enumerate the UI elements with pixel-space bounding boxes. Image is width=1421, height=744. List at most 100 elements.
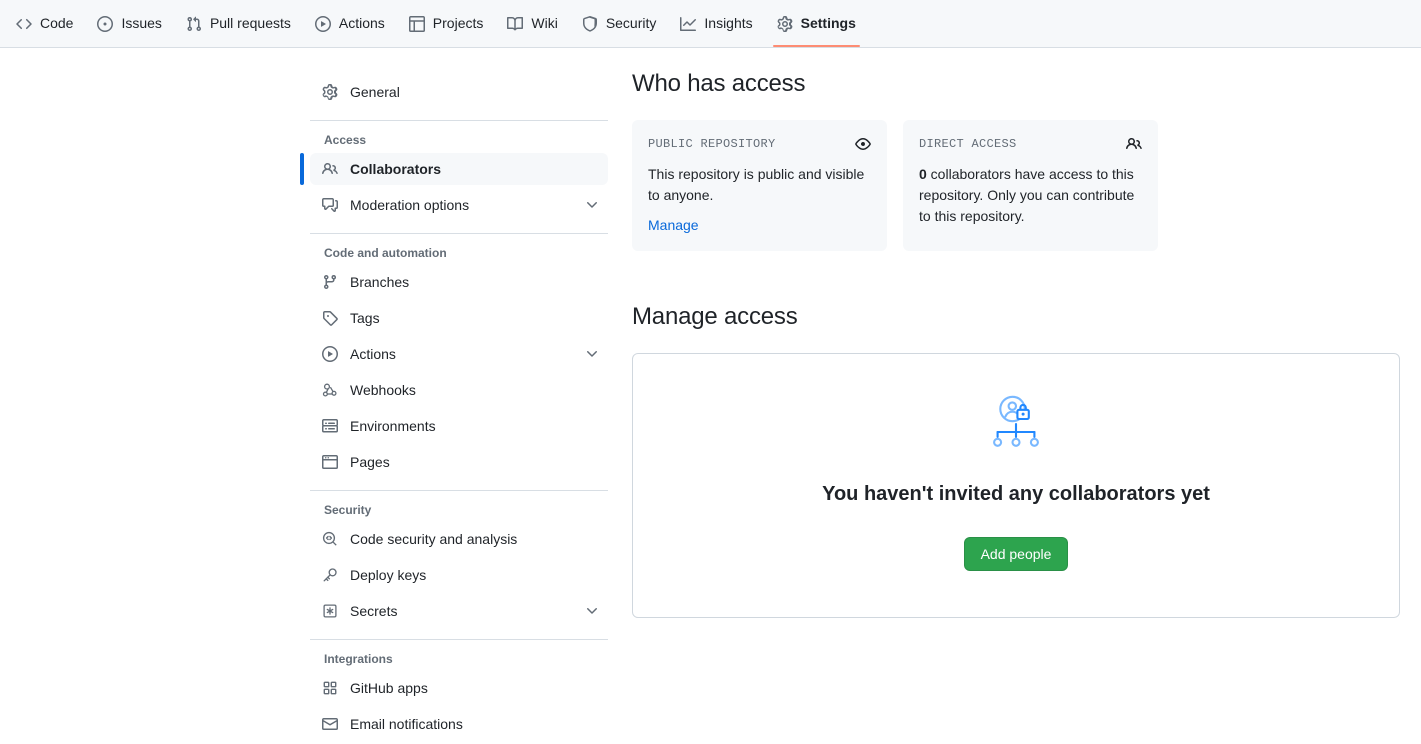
sidebar-item-deploy-keys[interactable]: Deploy keys bbox=[310, 559, 608, 591]
sidebar-item-label: General bbox=[350, 84, 400, 100]
shield-icon bbox=[582, 15, 598, 32]
sidebar-divider bbox=[310, 490, 608, 491]
nav-item-security[interactable]: Security bbox=[570, 0, 669, 47]
nav-item-label: Settings bbox=[800, 15, 856, 31]
access-cards: PUBLIC REPOSITORY This repository is pub… bbox=[632, 120, 1402, 251]
nav-item-actions[interactable]: Actions bbox=[303, 0, 397, 47]
comment-discussion-icon bbox=[322, 197, 338, 213]
card-body: This repository is public and visible to… bbox=[648, 166, 865, 203]
nav-item-pull-requests[interactable]: Pull requests bbox=[174, 0, 303, 47]
sidebar-item-moderation-options[interactable]: Moderation options bbox=[310, 189, 608, 221]
sidebar-item-label: Actions bbox=[350, 346, 396, 362]
sidebar-item-branches[interactable]: Branches bbox=[310, 266, 608, 298]
mail-icon bbox=[322, 716, 338, 732]
code-icon bbox=[16, 16, 32, 32]
sidebar-divider bbox=[310, 120, 608, 121]
git-pull-request-icon bbox=[186, 16, 202, 32]
direct-access-card: DIRECT ACCESS 0 collaborators have acces… bbox=[903, 120, 1158, 251]
card-body: 0 collaborators have access to this repo… bbox=[919, 164, 1142, 227]
people-icon bbox=[1126, 136, 1142, 152]
sidebar-heading-code-and-automation: Code and automation bbox=[324, 246, 447, 260]
nav-item-label: Projects bbox=[432, 15, 484, 31]
server-icon bbox=[322, 418, 338, 434]
nav-item-label: Wiki bbox=[531, 15, 558, 31]
sidebar-item-label: Environments bbox=[350, 418, 436, 434]
people-icon bbox=[322, 161, 338, 177]
repo-nav: Code Issues Pull requests Actions Projec… bbox=[0, 0, 1421, 48]
webhook-icon bbox=[322, 382, 338, 398]
nav-item-wiki[interactable]: Wiki bbox=[495, 0, 569, 47]
sidebar-item-label: Code security and analysis bbox=[350, 531, 518, 547]
nav-item-issues[interactable]: Issues bbox=[85, 0, 173, 47]
sidebar-heading-security: Security bbox=[324, 503, 372, 517]
nav-item-label: Actions bbox=[338, 15, 385, 31]
card-label: DIRECT ACCESS bbox=[919, 137, 1017, 151]
eye-icon bbox=[855, 136, 871, 152]
chevron-down-icon[interactable] bbox=[584, 197, 600, 213]
page-title-who-has-access: Who has access bbox=[632, 70, 806, 97]
sidebar-item-secrets[interactable]: Secrets bbox=[310, 595, 608, 627]
play-icon bbox=[314, 15, 331, 32]
settings-sidebar: General Access Collaborators Moderation … bbox=[300, 76, 608, 744]
collaborator-count: 0 bbox=[919, 166, 927, 182]
issue-opened-icon bbox=[97, 15, 114, 32]
empty-state-heading: You haven't invited any collaborators ye… bbox=[822, 483, 1210, 505]
sidebar-item-label: Email notifications bbox=[350, 716, 463, 732]
asterisk-box-icon bbox=[322, 603, 338, 619]
sidebar-item-pages[interactable]: Pages bbox=[310, 446, 608, 478]
sidebar-divider bbox=[310, 639, 608, 640]
sidebar-item-email-notifications[interactable]: Email notifications bbox=[310, 708, 608, 740]
chevron-down-icon[interactable] bbox=[584, 346, 600, 362]
nav-item-label: Security bbox=[605, 15, 657, 31]
page-title-manage-access: Manage access bbox=[632, 303, 798, 330]
sidebar-item-label: Tags bbox=[350, 310, 380, 326]
sidebar-item-tags[interactable]: Tags bbox=[310, 302, 608, 334]
manage-access-empty-panel: You haven't invited any collaborators ye… bbox=[632, 353, 1400, 618]
browser-icon bbox=[322, 454, 338, 470]
apps-icon bbox=[322, 680, 338, 696]
sidebar-item-label: Deploy keys bbox=[350, 567, 427, 583]
table-icon bbox=[408, 15, 425, 32]
sidebar-item-environments[interactable]: Environments bbox=[310, 410, 608, 442]
sidebar-item-general[interactable]: General bbox=[310, 76, 608, 108]
sidebar-item-label: Moderation options bbox=[350, 197, 470, 213]
manage-link[interactable]: Manage bbox=[648, 217, 699, 233]
sidebar-item-label: Webhooks bbox=[350, 382, 416, 398]
add-people-button[interactable]: Add people bbox=[963, 537, 1069, 571]
sidebar-item-label: Secrets bbox=[350, 603, 398, 619]
nav-item-label: Insights bbox=[704, 15, 753, 31]
nav-item-settings[interactable]: Settings bbox=[765, 0, 868, 47]
nav-item-label: Issues bbox=[121, 15, 162, 31]
nav-item-projects[interactable]: Projects bbox=[397, 0, 496, 47]
sidebar-item-label: Pages bbox=[350, 454, 390, 470]
key-icon bbox=[322, 567, 338, 583]
sidebar-item-webhooks[interactable]: Webhooks bbox=[310, 374, 608, 406]
book-icon bbox=[507, 16, 524, 32]
sidebar-item-collaborators[interactable]: Collaborators bbox=[300, 153, 608, 185]
sidebar-item-github-apps[interactable]: GitHub apps bbox=[310, 672, 608, 704]
nav-item-code[interactable]: Code bbox=[4, 0, 85, 47]
card-header: DIRECT ACCESS bbox=[919, 136, 1142, 152]
gear-icon bbox=[777, 15, 793, 32]
nav-item-label: Pull requests bbox=[209, 15, 291, 31]
graph-icon bbox=[680, 16, 697, 32]
play-icon bbox=[322, 346, 338, 362]
public-repository-card: PUBLIC REPOSITORY This repository is pub… bbox=[632, 120, 887, 251]
sidebar-heading-integrations: Integrations bbox=[324, 652, 393, 666]
collaborators-lock-illustration bbox=[984, 394, 1048, 461]
sidebar-item-actions[interactable]: Actions bbox=[310, 338, 608, 370]
card-body-text: collaborators have access to this reposi… bbox=[919, 166, 1135, 224]
sidebar-item-label: Branches bbox=[350, 274, 410, 290]
gear-icon bbox=[322, 84, 338, 100]
nav-item-label: Code bbox=[40, 15, 74, 31]
sidebar-item-code-security-and-analysis[interactable]: Code security and analysis bbox=[310, 523, 608, 555]
nav-item-insights[interactable]: Insights bbox=[668, 0, 764, 47]
codescan-icon bbox=[322, 531, 338, 547]
git-branch-icon bbox=[322, 274, 338, 290]
sidebar-item-label: Collaborators bbox=[350, 161, 442, 177]
tag-icon bbox=[322, 310, 338, 326]
card-label: PUBLIC REPOSITORY bbox=[648, 137, 776, 151]
chevron-down-icon[interactable] bbox=[584, 603, 600, 619]
sidebar-heading-access: Access bbox=[324, 133, 367, 147]
main-content: Who has access PUBLIC REPOSITORY This re… bbox=[632, 70, 1402, 618]
